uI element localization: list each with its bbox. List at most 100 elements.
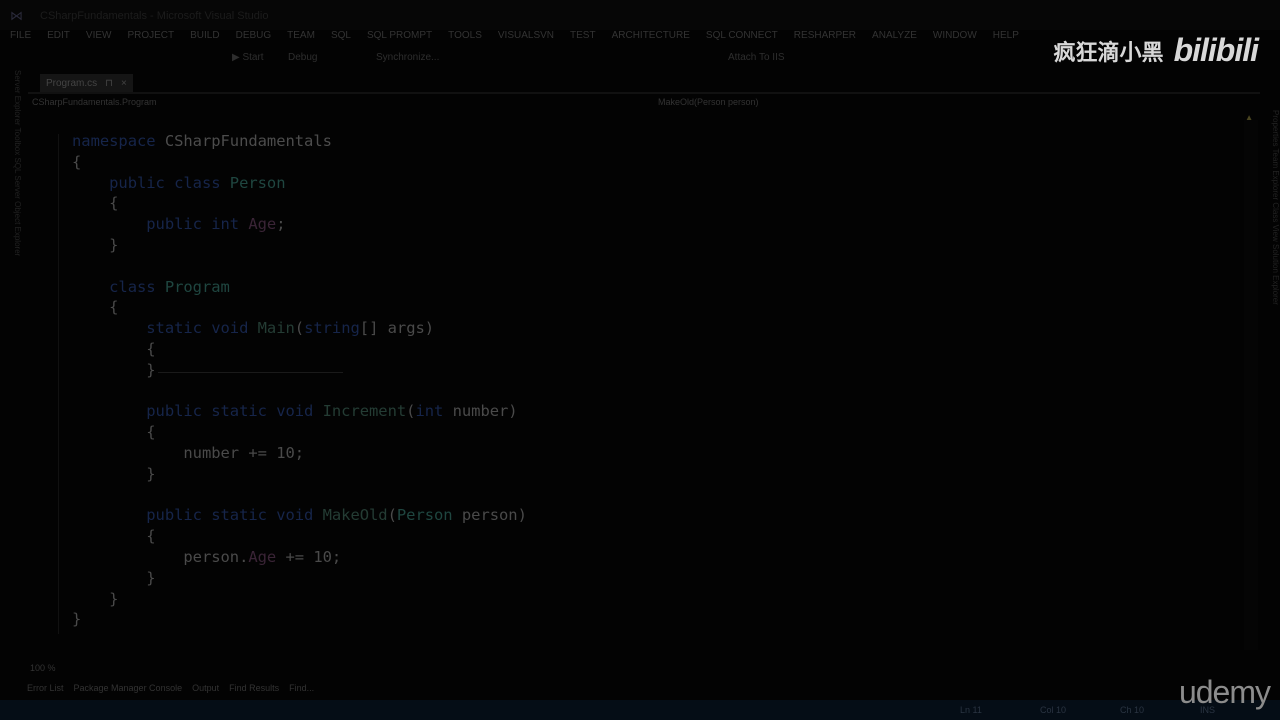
code-token: ;	[276, 215, 286, 234]
tab-divider	[28, 92, 1260, 94]
code-line: }	[72, 235, 527, 256]
code-token: {	[72, 194, 119, 213]
menu-item-build[interactable]: BUILD	[180, 30, 225, 46]
bottom-panel-tabs: Error List Package Manager Console Output F…	[27, 683, 314, 693]
menu-item-architecture[interactable]: ARCHITECTURE	[602, 30, 696, 46]
menu-item-sql-prompt[interactable]: SQL PROMPT	[357, 30, 438, 46]
menu-item-tools[interactable]: TOOLS	[438, 30, 488, 46]
code-token: person)	[461, 506, 527, 525]
outline-gutter	[58, 134, 68, 634]
code-line: {	[72, 422, 527, 443]
bottom-tab[interactable]: Find Results	[229, 683, 279, 693]
menu-item-test[interactable]: TEST	[560, 30, 602, 46]
code-token: static void	[72, 319, 258, 338]
zoom-level[interactable]: 100 %	[30, 663, 56, 673]
code-token: }	[72, 360, 156, 379]
status-ch: Ch 10	[1120, 705, 1145, 715]
code-line: {	[72, 152, 527, 173]
code-token: person.	[72, 547, 249, 566]
code-token: {	[72, 339, 156, 358]
code-token: Age	[248, 215, 277, 234]
code-line: {	[72, 526, 527, 547]
code-token: Age	[248, 547, 277, 566]
menu-item-file[interactable]: FILE	[0, 30, 37, 46]
code-line: }	[72, 360, 527, 381]
member-dropdown[interactable]: MakeOld(Person person)	[658, 97, 759, 107]
udemy-logo: udemy	[1178, 674, 1271, 710]
code-token: (	[387, 506, 397, 525]
menu-item-visualsvn[interactable]: VISUALSVN	[488, 30, 560, 46]
bottom-tab[interactable]: Package Manager Console	[74, 683, 183, 693]
code-line: }	[72, 464, 527, 485]
code-line: }	[72, 568, 527, 589]
code-token: Main	[257, 319, 295, 338]
code-token: {	[72, 298, 119, 317]
left-tool-rail[interactable]: Server Explorer Toolbox SQL Server Objec…	[0, 70, 22, 670]
menu-item-view[interactable]: VIEW	[76, 30, 118, 46]
type-dropdown[interactable]: CSharpFundamentals.Program	[32, 97, 157, 107]
code-line: {	[72, 193, 527, 214]
code-line: }	[72, 589, 527, 610]
code-token: Program	[164, 277, 230, 296]
config-dropdown[interactable]: Debug	[288, 52, 317, 63]
code-token: {	[72, 152, 82, 171]
vertical-scrollbar[interactable]	[1244, 120, 1258, 650]
code-token: public static void	[72, 506, 323, 525]
code-token: string	[304, 319, 360, 338]
title-bar: ⋈ CSharpFundamentals - Microsoft Visual …	[0, 0, 1280, 30]
tab-label: Program.cs	[46, 77, 98, 89]
channel-name: 疯狂滴小黑	[1053, 39, 1164, 65]
bottom-tab[interactable]: Error List	[27, 683, 64, 693]
code-token: }	[72, 235, 119, 254]
attach-to-iis-button[interactable]: Attach To IIS	[728, 52, 785, 63]
code-token: }	[72, 589, 119, 608]
menu-item-window[interactable]: WINDOW	[923, 30, 983, 46]
code-line: public static void MakeOld(Person person…	[72, 505, 527, 526]
code-line: public int Age;	[72, 214, 527, 235]
start-button[interactable]: ▶ Start	[232, 52, 264, 63]
menu-item-project[interactable]: PROJECT	[117, 30, 180, 46]
menu-item-team[interactable]: TEAM	[277, 30, 321, 46]
code-token: }	[72, 568, 156, 587]
menu-item-sql-connect[interactable]: SQL CONNECT	[696, 30, 784, 46]
code-token: Person	[396, 506, 462, 525]
menu-bar: FILE EDIT VIEW PROJECT BUILD DEBUG TEAM SQL SQL …	[0, 30, 1025, 46]
close-icon[interactable]: ×	[121, 78, 127, 89]
code-token: public int	[72, 215, 249, 234]
code-token: }	[72, 464, 156, 483]
code-line: }	[72, 609, 527, 630]
status-col: Col 10	[1040, 705, 1067, 715]
code-line: {	[72, 339, 527, 360]
code-token: number += 10;	[72, 443, 305, 462]
code-line: static void Main(string[] args)	[72, 318, 527, 339]
code-token: MakeOld	[322, 506, 388, 525]
code-token: int	[415, 402, 453, 421]
code-token: Person	[229, 173, 286, 192]
code-line: {	[72, 297, 527, 318]
code-line: person.Age += 10;	[72, 547, 527, 568]
menu-item-analyze[interactable]: ANALYZE	[862, 30, 923, 46]
code-line: namespace CSharpFundamentals	[72, 131, 527, 152]
bottom-tab[interactable]: Find...	[289, 683, 314, 693]
tab-program-cs[interactable]: Program.cs ⊓ ×	[40, 74, 133, 92]
status-bar: Ln 11 Col 10 Ch 10 INS	[0, 700, 1280, 720]
code-line: class Program	[72, 277, 527, 298]
menu-item-resharper[interactable]: RESHARPER	[784, 30, 862, 46]
right-tool-rail[interactable]: Properties Team Explorer Class View Solu…	[1260, 110, 1280, 410]
bottom-tab[interactable]: Output	[192, 683, 219, 693]
menu-item-debug[interactable]: DEBUG	[226, 30, 278, 46]
code-token: += 10;	[276, 547, 342, 566]
code-editor[interactable]: namespace CSharpFundamentals{ public cla…	[72, 131, 527, 630]
window-title: CSharpFundamentals - Microsoft Visual St…	[40, 10, 269, 22]
menu-item-edit[interactable]: EDIT	[37, 30, 76, 46]
menu-item-help[interactable]: HELP	[983, 30, 1025, 46]
menu-item-sql[interactable]: SQL	[321, 30, 357, 46]
synchronize-button[interactable]: Synchronize...	[376, 52, 439, 63]
code-token: public class	[72, 173, 230, 192]
status-line: Ln 11	[960, 705, 982, 715]
code-token: class	[72, 277, 165, 296]
pin-icon[interactable]: ⊓	[105, 78, 113, 89]
